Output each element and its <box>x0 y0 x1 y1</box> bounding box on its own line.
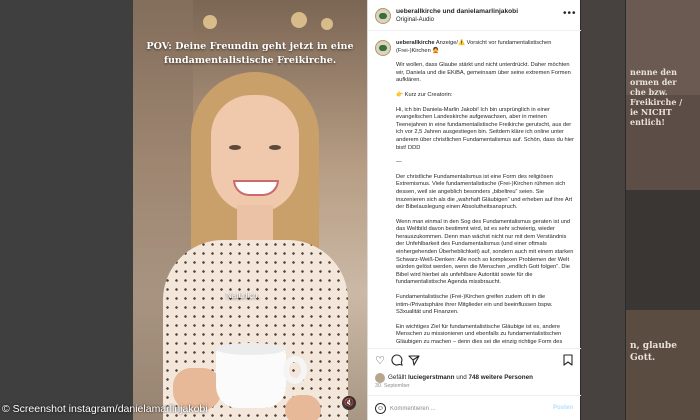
comment-input[interactable] <box>390 402 540 415</box>
avatar[interactable] <box>375 8 391 24</box>
caption-paragraph: Wenn man einmal in den Sog des Fundament… <box>396 218 574 286</box>
caption-paragraph: Wir wollen, dass Glaube stärkt und nicht… <box>396 62 571 84</box>
post-caption: ueberallkirche Anzeige/⚠️ Vorsicht vor f… <box>396 40 574 347</box>
speaker-muted-icon[interactable]: 🔇 <box>342 396 356 410</box>
audio-link[interactable]: Original-Audio <box>396 17 434 23</box>
post-caption-area[interactable]: ueberallkirche Anzeige/⚠️ Vorsicht vor f… <box>368 32 581 347</box>
coffee-cup <box>216 348 286 408</box>
bokeh-light <box>291 12 307 28</box>
caption-paragraph: Fundamentalistische (Frei-)Kirchen greif… <box>396 294 553 316</box>
feed-tile <box>580 0 625 420</box>
post-details-panel: ueberallkirche und danielamarlinjakobi O… <box>367 0 581 420</box>
comment-icon[interactable] <box>390 354 404 368</box>
share-icon[interactable] <box>407 354 421 368</box>
post-date[interactable]: 30. September <box>375 383 410 389</box>
person-eye <box>229 145 241 150</box>
person-neck <box>237 205 273 245</box>
more-horizontal-icon[interactable]: ••• <box>563 8 577 19</box>
person-eye <box>269 145 281 150</box>
post-video[interactable]: POV: Deine Freundin geht jetzt in eine f… <box>133 0 367 420</box>
post-header: ueberallkirche und danielamarlinjakobi O… <box>368 0 581 31</box>
caption-paragraph: Hi, ich bin Daniela-Marlin Jakobi! Ich b… <box>396 106 574 151</box>
caption-username[interactable]: ueberallkirche <box>396 40 435 46</box>
caption-paragraph: Ein wichtiges Ziel für fundamentalistisc… <box>396 323 563 347</box>
bokeh-light <box>321 18 333 30</box>
emoji-icon[interactable]: ☺ <box>375 403 386 414</box>
comment-bar: ☺ Posten <box>368 395 581 420</box>
post-actions: ♡ Gefällt luciegerstmann und 748 weitere… <box>368 348 581 420</box>
liker-avatar[interactable] <box>375 373 385 383</box>
coffee-cup-rim <box>216 343 286 355</box>
caption-paragraph: — <box>396 159 402 166</box>
likes-and: und <box>456 374 467 381</box>
feed-background-left <box>0 0 133 420</box>
caption-paragraph: 👉 Kurz zur Creatorin: <box>396 91 453 98</box>
avatar[interactable] <box>375 40 391 56</box>
post-authors[interactable]: ueberallkirche und danielamarlinjakobi <box>396 8 518 15</box>
likes-count[interactable]: 748 weitere Personen <box>469 374 533 381</box>
person-hand <box>285 395 321 420</box>
photo-credit: © Screenshot instagram/danielamarlinjako… <box>2 403 208 415</box>
feed-tile <box>625 310 700 420</box>
post-comment-button[interactable]: Posten <box>553 405 573 411</box>
feed-tile-text: nenne den ormen der che bzw. Freikirche … <box>630 67 683 127</box>
likes-summary[interactable]: Gefällt luciegerstmann und 748 weitere P… <box>388 374 533 381</box>
likes-user[interactable]: luciegerstmann <box>408 374 455 381</box>
likes-prefix: Gefällt <box>388 374 407 381</box>
coffee-cup-handle <box>283 356 307 384</box>
video-caption: POV: Deine Freundin geht jetzt in eine f… <box>146 41 354 66</box>
video-overlay-label: Natürlich. <box>226 291 260 300</box>
feed-tile-text: n, glaube Gott. <box>630 341 677 363</box>
bokeh-light <box>203 15 217 29</box>
heart-icon[interactable]: ♡ <box>373 354 387 368</box>
feed-tile <box>625 190 700 310</box>
bookmark-icon[interactable] <box>561 354 575 368</box>
caption-paragraph: Der christliche Fundamentalismus ist ein… <box>396 173 573 211</box>
